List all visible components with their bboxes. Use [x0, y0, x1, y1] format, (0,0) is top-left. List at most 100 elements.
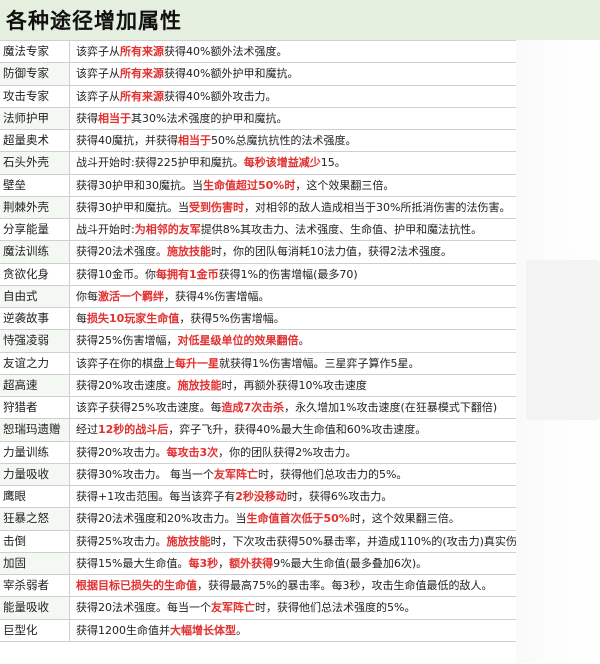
highlight-text: 友军阵亡	[213, 467, 258, 481]
description-text: ，获得5%伤害增幅。	[179, 312, 285, 325]
augment-name: 魔法训练	[0, 241, 70, 263]
augment-name: 魔法专家	[0, 41, 70, 63]
description-text: ，永久增加1%攻击速度(在狂暴模式下翻倍)	[284, 401, 498, 414]
description-text: ，对相邻的敌人造成相当于30%所抵消伤害的法伤害。	[244, 200, 511, 214]
augment-description: 该弈子获得25%攻击速度。每造成7次击杀，永久增加1%攻击速度(在狂暴模式下翻倍…	[72, 397, 516, 418]
augment-name: 宰杀弱者	[0, 575, 70, 597]
description-text: 获得15%最大生命值。	[76, 556, 189, 570]
description-text: 该弈子获得25%攻击速度。每	[76, 401, 222, 414]
augment-description: 获得15%最大生命值。每3秒，额外获得9%最大生命值(最多叠加6次)。	[72, 553, 516, 574]
augment-name: 力量吸收	[0, 463, 70, 485]
highlight-text: 造成7次击杀	[221, 401, 285, 414]
description-text: 获得20%攻击力。	[76, 445, 167, 459]
augment-name: 防御专家	[0, 63, 70, 85]
description-text: 每	[76, 312, 87, 325]
augment-name: 法师护甲	[0, 107, 70, 129]
table-row: 逆袭故事 每损失10玩家生命值，获得5%伤害增幅。	[0, 308, 516, 331]
augment-description: 获得25%伤害增幅，对低星级单位的效果翻倍。	[72, 330, 516, 351]
highlight-text: 12秒的战斗后	[98, 423, 169, 437]
right-margin	[516, 40, 600, 663]
augment-name: 壁垒	[0, 174, 70, 196]
augment-description: 获得20法术强度。施放技能时，你的团队每消耗10法力值，获得2法术强度。	[72, 241, 516, 262]
description-text: 战斗开始时:	[76, 223, 135, 236]
table-row: 壁垒 获得30护甲和30魔抗。当生命值超过50%时，这个效果翻三倍。	[0, 174, 516, 197]
table-row: 狩猎者 该弈子获得25%攻击速度。每造成7次击杀，永久增加1%攻击速度(在狂暴模式…	[0, 397, 516, 420]
highlight-text: 受到伤害时	[189, 200, 244, 214]
augment-name: 恃强凌弱	[0, 330, 70, 352]
table-row: 鹰眼 获得+1攻击范围。每当该弈子有2秒没移动时，获得6%攻击力。	[0, 486, 516, 509]
augment-description: 获得30护甲和30魔抗。当生命值超过50%时，这个效果翻三倍。	[72, 175, 516, 196]
description-text: 获得40魔抗，并获得	[76, 134, 178, 147]
description-text: 就获得1%伤害增幅。三星弈子算作5星。	[219, 356, 420, 370]
augment-name: 能量吸收	[0, 597, 70, 619]
description-text: 获得25%伤害增幅，	[76, 334, 178, 348]
augment-description: 获得25%攻击力。施放技能时，下次攻击获得50%暴击率，并造成110%的(攻击力…	[72, 531, 516, 552]
augment-name: 巨型化	[0, 619, 70, 641]
table-row: 分享能量 战斗开始时:为相邻的友军提供8%其攻击力、法术强度、生命值、护甲和魔法抗…	[0, 219, 516, 242]
description-text: ，你的团队获得2%攻击力。	[218, 445, 357, 459]
augment-description: 每损失10玩家生命值，获得5%伤害增幅。	[72, 308, 516, 329]
augment-name: 鹰眼	[0, 486, 70, 508]
description-text: 获得1%的伤害增幅(最多70)	[218, 267, 358, 281]
table-row: 恃强凌弱 获得25%伤害增幅，对低星级单位的效果翻倍。	[0, 330, 516, 353]
augment-description: 战斗开始时:获得225护甲和魔抗。每秒该增益减少15。	[72, 152, 516, 173]
augment-description: 获得20%攻击力。每攻击3次，你的团队获得2%攻击力。	[72, 442, 516, 463]
description-text: 获得	[76, 111, 98, 125]
highlight-text: 对低星级单位的效果翻倍	[177, 334, 299, 348]
description-text: 获得20法术强度和20%攻击力。当	[76, 512, 247, 526]
augment-description: 获得+1攻击范围。每当该弈子有2秒没移动时，获得6%攻击力。	[72, 486, 516, 507]
highlight-text: 额外获得	[229, 556, 274, 570]
augment-description: 该弈子从所有来源获得40%额外护甲和魔抗。	[72, 63, 516, 84]
description-text: 50%总魔抗抗性的法术强度。	[211, 134, 357, 147]
augment-name: 石头外壳	[0, 152, 70, 174]
table-row: 恕瑞玛遗赠 经过12秒的战斗后，弈子飞升，获得40%最大生命值和60%攻击速度。	[0, 419, 516, 442]
augment-name: 超高速	[0, 374, 70, 396]
table-row: 击倒 获得25%攻击力。施放技能时，下次攻击获得50%暴击率，并造成110%的(攻…	[0, 530, 516, 553]
augment-name: 狩猎者	[0, 397, 70, 419]
table-row: 加固 获得15%最大生命值。每3秒，额外获得9%最大生命值(最多叠加6次)。	[0, 552, 516, 575]
description-text: 15。	[320, 156, 346, 170]
description-text: 获得30%攻击力。 每当一个	[76, 467, 214, 481]
augment-description: 该弈子在你的棋盘上每升一星就获得1%伤害增幅。三星弈子算作5星。	[72, 353, 516, 374]
description-text: 获得25%攻击力。	[76, 534, 167, 548]
description-text: 9%最大生命值(最多叠加6次)。	[273, 556, 428, 570]
table-row: 狂暴之怒 获得20法术强度和20%攻击力。当生命值首次低于50%时，这个效果翻三倍…	[0, 508, 516, 531]
description-text: 该弈子从	[76, 89, 120, 103]
highlight-text: 相当于	[98, 111, 131, 125]
augment-description: 获得20法术强度。每当一个友军阵亡时，获得他们总法术强度的5%。	[72, 597, 516, 618]
augment-name: 逆袭故事	[0, 308, 70, 330]
highlight-text: 根据目标已损失的生命值	[76, 579, 197, 592]
table-row: 自由式 你每激活一个羁绊，获得4%伤害增幅。	[0, 285, 516, 308]
highlight-text: 2秒没移动	[235, 490, 287, 503]
augment-description: 获得20法术强度和20%攻击力。当生命值首次低于50%时，这个效果翻三倍。	[72, 508, 516, 529]
description-text: ，获得最高75%的暴击率。每3秒，攻击生命值最低的敌人。	[197, 579, 493, 592]
description-text: 获得40%额外攻击力。	[164, 89, 277, 103]
table-row: 贪欲化身 获得10金币。你每拥有1金币获得1%的伤害增幅(最多70)	[0, 263, 516, 286]
highlight-text: 所有来源	[120, 45, 164, 58]
background-shade	[526, 260, 600, 420]
augment-description: 你每激活一个羁绊，获得4%伤害增幅。	[72, 286, 516, 307]
highlight-text: 为相邻的友军	[134, 223, 201, 236]
description-text: 获得30护甲和魔抗。当	[76, 200, 189, 214]
description-text: 经过	[76, 423, 98, 437]
augment-name: 攻击专家	[0, 85, 70, 107]
table-row: 宰杀弱者 根据目标已损失的生命值，获得最高75%的暴击率。每3秒，攻击生命值最低的…	[0, 575, 516, 598]
description-text: ，这个效果翻三倍。	[295, 178, 395, 192]
augment-description: 获得20%攻击速度。施放技能时，再额外获得10%攻击速度	[72, 375, 516, 396]
augment-description: 经过12秒的战斗后，弈子飞升，获得40%最大生命值和60%攻击速度。	[72, 419, 516, 440]
table-row: 魔法训练 获得20法术强度。施放技能时，你的团队每消耗10法力值，获得2法术强度。	[0, 241, 516, 264]
page-title: 各种途径增加属性	[6, 9, 182, 33]
description-text: 时，再额外获得10%攻击速度	[221, 378, 367, 392]
table-row: 石头外壳 战斗开始时:获得225护甲和魔抗。每秒该增益减少15。	[0, 152, 516, 175]
description-text: 时，下次攻击获得50%暴击率，并造成110%的(攻击力)真实伤害	[210, 534, 516, 548]
description-text: 。	[298, 334, 310, 348]
augment-table: 魔法专家 该弈子从所有来源获得40%额外法术强度。 防御专家 该弈子从所有来源获得40…	[0, 40, 516, 664]
table-row: 超量奥术 获得40魔抗，并获得相当于50%总魔抗抗性的法术强度。	[0, 130, 516, 153]
highlight-text: 每拥有1金币	[156, 267, 219, 281]
augment-description: 该弈子从所有来源获得40%额外法术强度。	[72, 41, 516, 62]
augment-description: 获得1200生命值并大幅增长体型。	[72, 620, 516, 641]
augment-name: 狂暴之怒	[0, 508, 70, 530]
augment-description: 获得10金币。你每拥有1金币获得1%的伤害增幅(最多70)	[72, 264, 516, 285]
highlight-text: 相当于	[178, 134, 211, 147]
augment-name: 分享能量	[0, 219, 70, 241]
